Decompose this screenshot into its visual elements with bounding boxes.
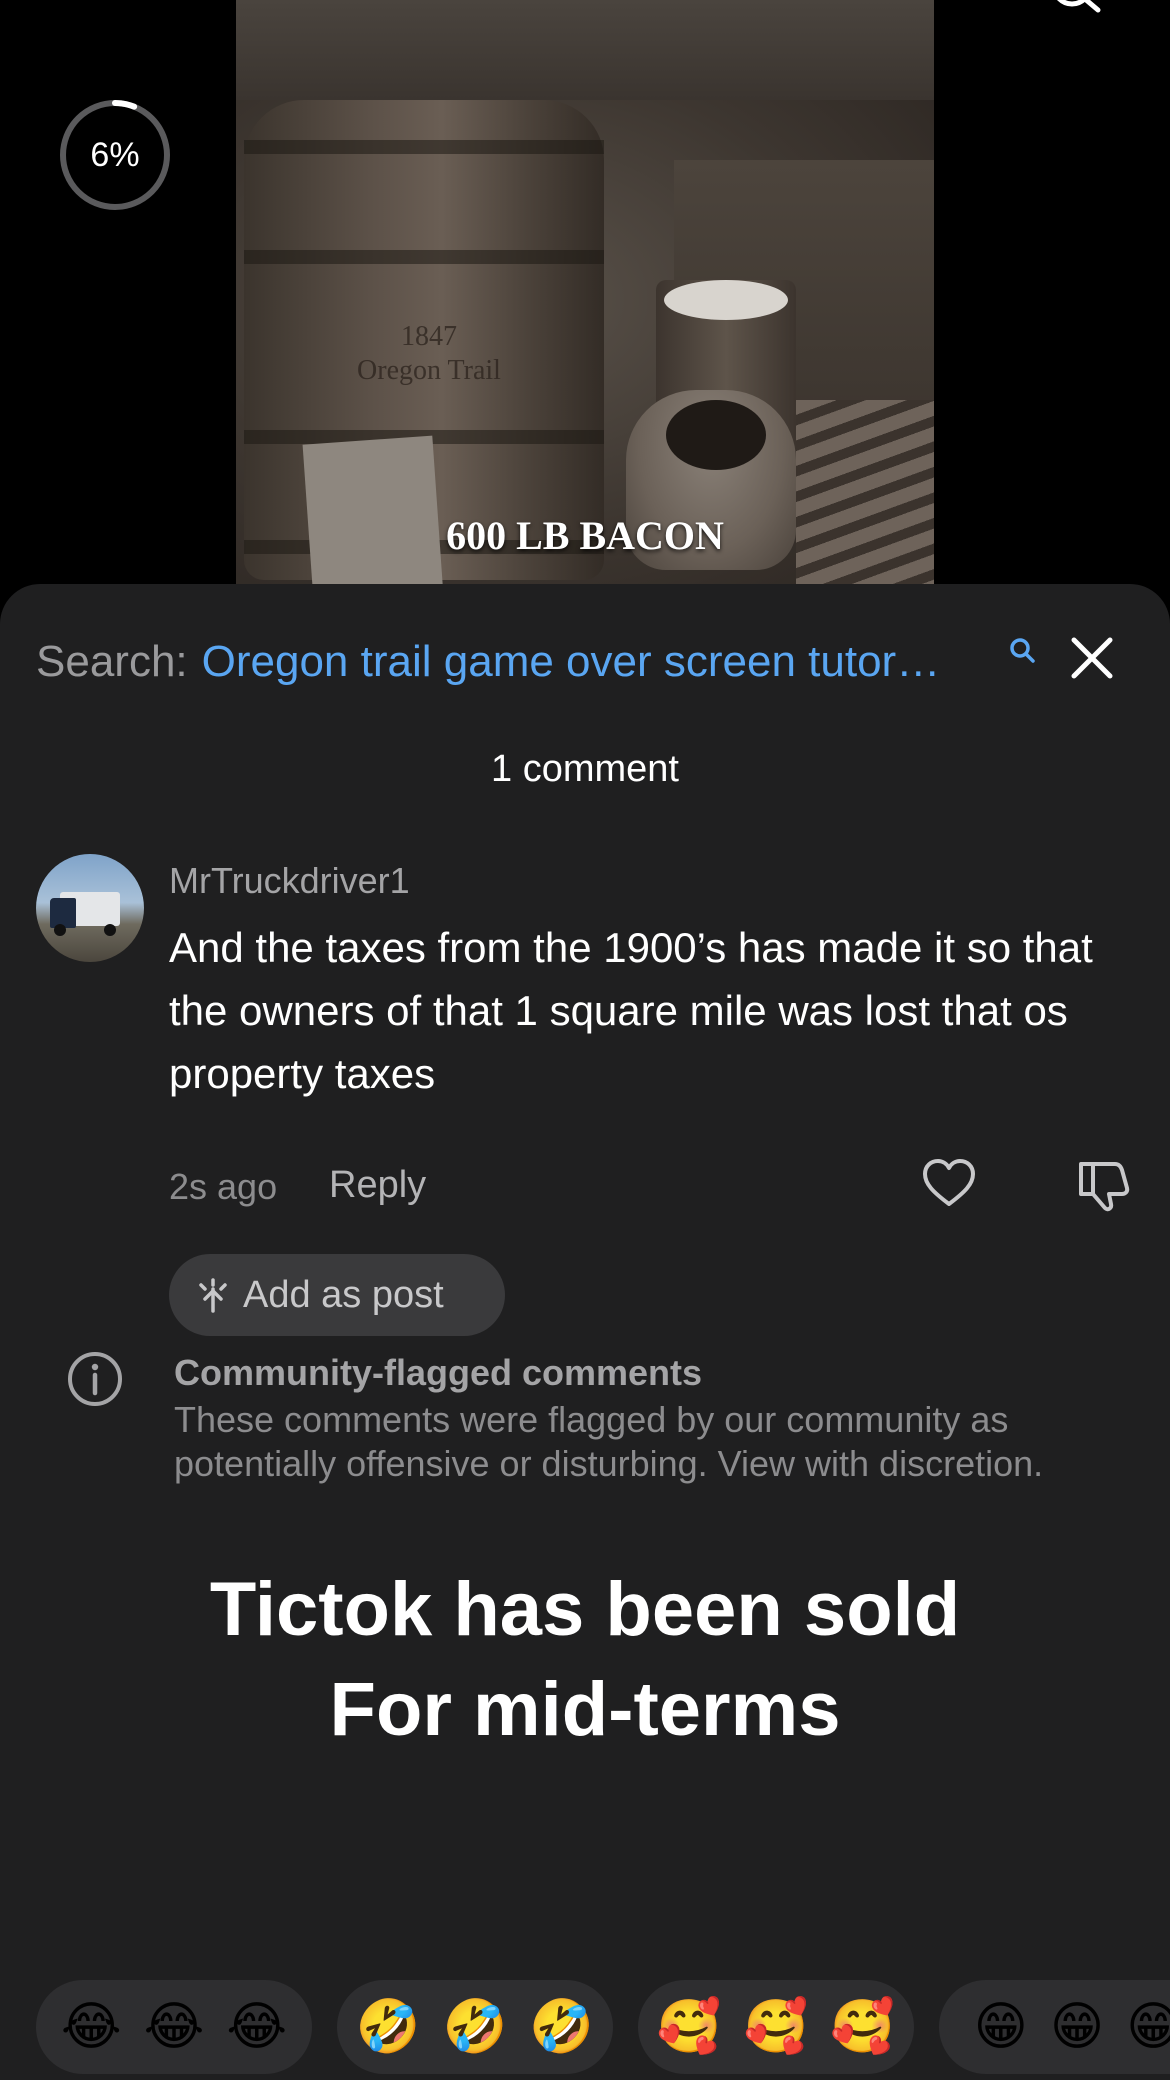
emoji-reactions-bar: 😂 😂 😂 🤣 🤣 🤣 🥰 🥰 🥰 😁 😁 😁 (36, 1980, 1170, 2074)
tears-of-joy-icon: 😂 (60, 1998, 122, 2056)
grinning-icon: 😁 (1126, 1998, 1170, 2056)
flagged-description: These comments were flagged by our commu… (174, 1399, 1044, 1484)
smiling-hearts-icon: 🥰 (830, 1998, 896, 2056)
info-icon (68, 1352, 122, 1406)
video-top-shade (236, 0, 934, 100)
beans (666, 400, 766, 470)
comment-actions: 2s ago Reply (169, 1154, 1136, 1214)
grinning-icon: 😁 (973, 1998, 1028, 2056)
overlay-caption: Tictok has been sold For mid-terms (0, 1560, 1170, 1760)
search-icon[interactable] (1050, 0, 1110, 22)
rolling-laughing-icon: 🤣 (442, 1998, 508, 2056)
avatar[interactable] (36, 854, 144, 962)
comment-username[interactable]: MrTruckdriver1 (169, 860, 410, 902)
add-as-post-label: Add as post (243, 1273, 444, 1316)
search-query-link[interactable]: Oregon trail game over screen tutor… (202, 637, 941, 687)
sparkle-icon (199, 1278, 227, 1313)
progress-ring: 6% (58, 98, 172, 212)
smiling-hearts-icon: 🥰 (743, 1998, 809, 2056)
flour-jar-top (664, 280, 788, 320)
emoji-pill-rofl[interactable]: 🤣 🤣 🤣 (337, 1980, 613, 2074)
overlay-line: Tictok has been sold (209, 1567, 961, 1652)
emoji-pill-love[interactable]: 🥰 🥰 🥰 (638, 1980, 914, 2074)
rolling-laughing-icon: 🤣 (529, 1998, 595, 2056)
overlay-line: For mid-terms (329, 1667, 841, 1752)
rolling-laughing-icon: 🤣 (355, 1998, 421, 2056)
flagged-title: Community-flagged comments (174, 1352, 703, 1393)
bacon-slab (796, 400, 934, 600)
add-as-post-button[interactable]: Add as post (169, 1254, 505, 1336)
video-player[interactable]: 1847 Oregon Trail 600 LB BACON (236, 0, 934, 600)
emoji-pill-grin[interactable]: 😁 😁 😁 (939, 1980, 1170, 2074)
comments-sheet: Search: Oregon trail game over screen tu… (0, 584, 1170, 2080)
search-prefix: Search: (36, 637, 188, 686)
smiling-hearts-icon: 🥰 (656, 1998, 722, 2056)
close-icon[interactable] (1064, 630, 1120, 686)
video-caption: 600 LB BACON (446, 513, 724, 558)
progress-label: 6% (90, 135, 140, 174)
barrel-label: 1847 Oregon Trail (357, 321, 501, 386)
thumbs-down-icon[interactable] (1073, 1156, 1133, 1212)
emoji-pill-laugh[interactable]: 😂 😂 😂 (36, 1980, 312, 2074)
screen: 1847 Oregon Trail 600 LB BACON 6% Search… (0, 0, 1170, 2080)
search-icon[interactable] (1008, 636, 1038, 666)
grinning-icon: 😁 (1049, 1998, 1105, 2056)
comment-text: And the taxes from the 1900’s has made i… (169, 924, 1093, 1097)
tears-of-joy-icon: 😂 (226, 1998, 288, 2056)
heart-icon[interactable] (921, 1156, 977, 1212)
tears-of-joy-icon: 😂 (143, 1998, 205, 2056)
comment-count: 1 comment (491, 748, 679, 790)
related-search[interactable]: Search: Oregon trail game over screen tu… (36, 632, 1136, 692)
comment-timestamp: 2s ago (169, 1166, 278, 1207)
reply-button[interactable]: Reply (329, 1164, 426, 1207)
